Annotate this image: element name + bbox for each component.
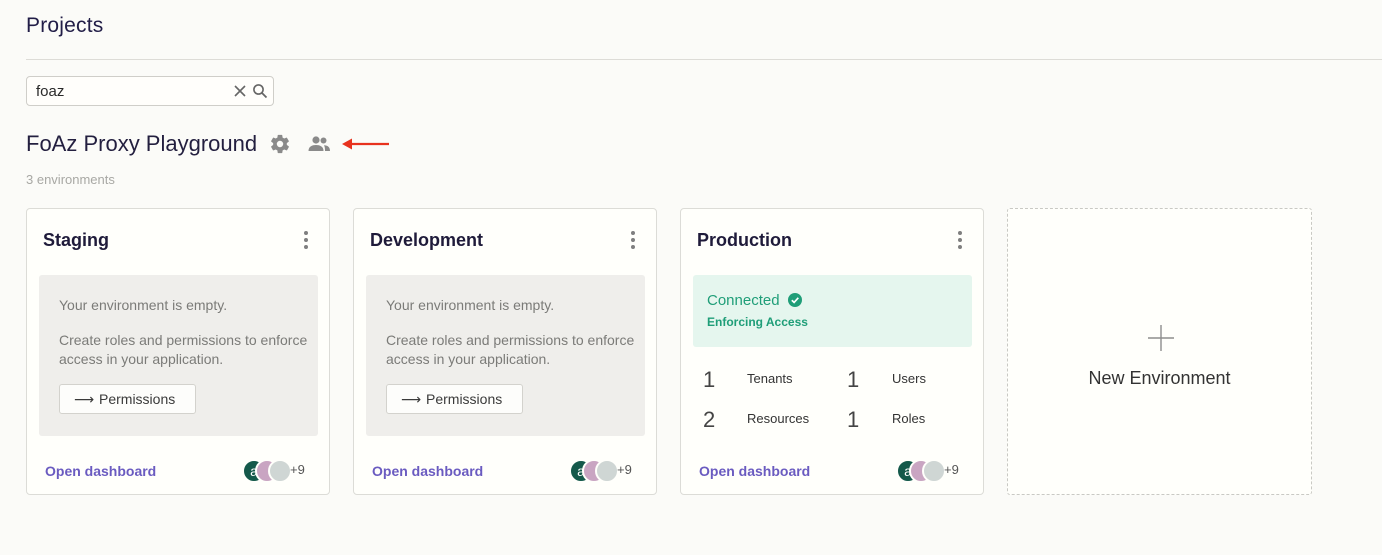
stat-value-tenants: 1 xyxy=(703,367,716,392)
empty-state-description: Create roles and permissions to enforce … xyxy=(386,332,635,367)
permissions-button[interactable]: ⟶ Permissions xyxy=(386,384,523,414)
new-environment-label: New Environment xyxy=(1088,368,1231,388)
empty-state-title: Your environment is empty. xyxy=(386,297,555,313)
connection-status: Connected xyxy=(707,292,780,309)
empty-state-description: Create roles and permissions to enforce … xyxy=(59,332,308,367)
search-icon[interactable] xyxy=(252,83,268,99)
more-options-icon[interactable] xyxy=(303,231,309,249)
arrow-right-icon: ⟶ xyxy=(74,391,95,407)
member-avatars[interactable]: a +9 xyxy=(896,459,971,485)
more-members-count: +9 xyxy=(944,462,959,477)
title-divider xyxy=(26,59,1382,60)
stat-label-tenants: Tenants xyxy=(747,371,793,386)
stat-label-users: Users xyxy=(892,371,926,386)
environment-count: 3 environments xyxy=(26,172,115,187)
open-dashboard-link[interactable]: Open dashboard xyxy=(372,463,483,479)
annotation-arrow-icon xyxy=(342,138,389,150)
more-options-icon[interactable] xyxy=(957,231,963,249)
check-circle-icon xyxy=(788,293,802,307)
permissions-button-label: Permissions xyxy=(426,391,503,407)
empty-state-panel: Your environment is empty. Create roles … xyxy=(39,275,318,436)
member-avatars[interactable]: a +9 xyxy=(569,459,644,485)
environment-title: Production xyxy=(697,230,792,250)
search-input[interactable]: foaz xyxy=(36,83,64,100)
environment-title: Development xyxy=(370,230,484,250)
stat-value-resources: 2 xyxy=(703,407,716,432)
empty-state-title: Your environment is empty. xyxy=(59,297,228,313)
more-members-count: +9 xyxy=(290,462,305,477)
avatar xyxy=(922,459,946,483)
open-dashboard-link[interactable]: Open dashboard xyxy=(45,463,156,479)
avatar xyxy=(595,459,619,483)
new-environment-card[interactable]: New Environment xyxy=(1007,208,1312,495)
empty-state-panel: Your environment is empty. Create roles … xyxy=(366,275,645,436)
stat-label-roles: Roles xyxy=(892,411,926,426)
stat-label-resources: Resources xyxy=(747,411,810,426)
project-name: FoAz Proxy Playground xyxy=(26,131,258,156)
permissions-button[interactable]: ⟶ Permissions xyxy=(59,384,196,414)
environment-card-staging: Staging Your environment is empty. Creat… xyxy=(26,208,330,495)
page-title: Projects xyxy=(26,14,104,37)
avatar xyxy=(268,459,292,483)
environment-title: Staging xyxy=(43,230,109,250)
member-avatars[interactable]: a +9 xyxy=(242,459,317,485)
stat-value-users: 1 xyxy=(847,367,860,392)
more-members-count: +9 xyxy=(617,462,632,477)
more-options-icon[interactable] xyxy=(630,231,636,249)
stat-value-roles: 1 xyxy=(847,407,860,432)
arrow-right-icon: ⟶ xyxy=(401,391,422,407)
close-icon[interactable] xyxy=(232,83,248,99)
environment-card-development: Development Your environment is empty. C… xyxy=(353,208,657,495)
open-dashboard-link[interactable]: Open dashboard xyxy=(699,463,810,479)
plus-icon xyxy=(1148,325,1174,351)
members-icon[interactable] xyxy=(307,134,331,154)
permissions-button-label: Permissions xyxy=(99,391,176,407)
enforcement-status: Enforcing Access xyxy=(707,315,808,329)
connection-status-panel: Connected Enforcing Access xyxy=(693,275,972,347)
environment-card-production: Production Connected Enforcing Access 1 … xyxy=(680,208,984,495)
gear-icon[interactable] xyxy=(269,133,291,155)
search-box[interactable]: foaz xyxy=(26,76,274,106)
